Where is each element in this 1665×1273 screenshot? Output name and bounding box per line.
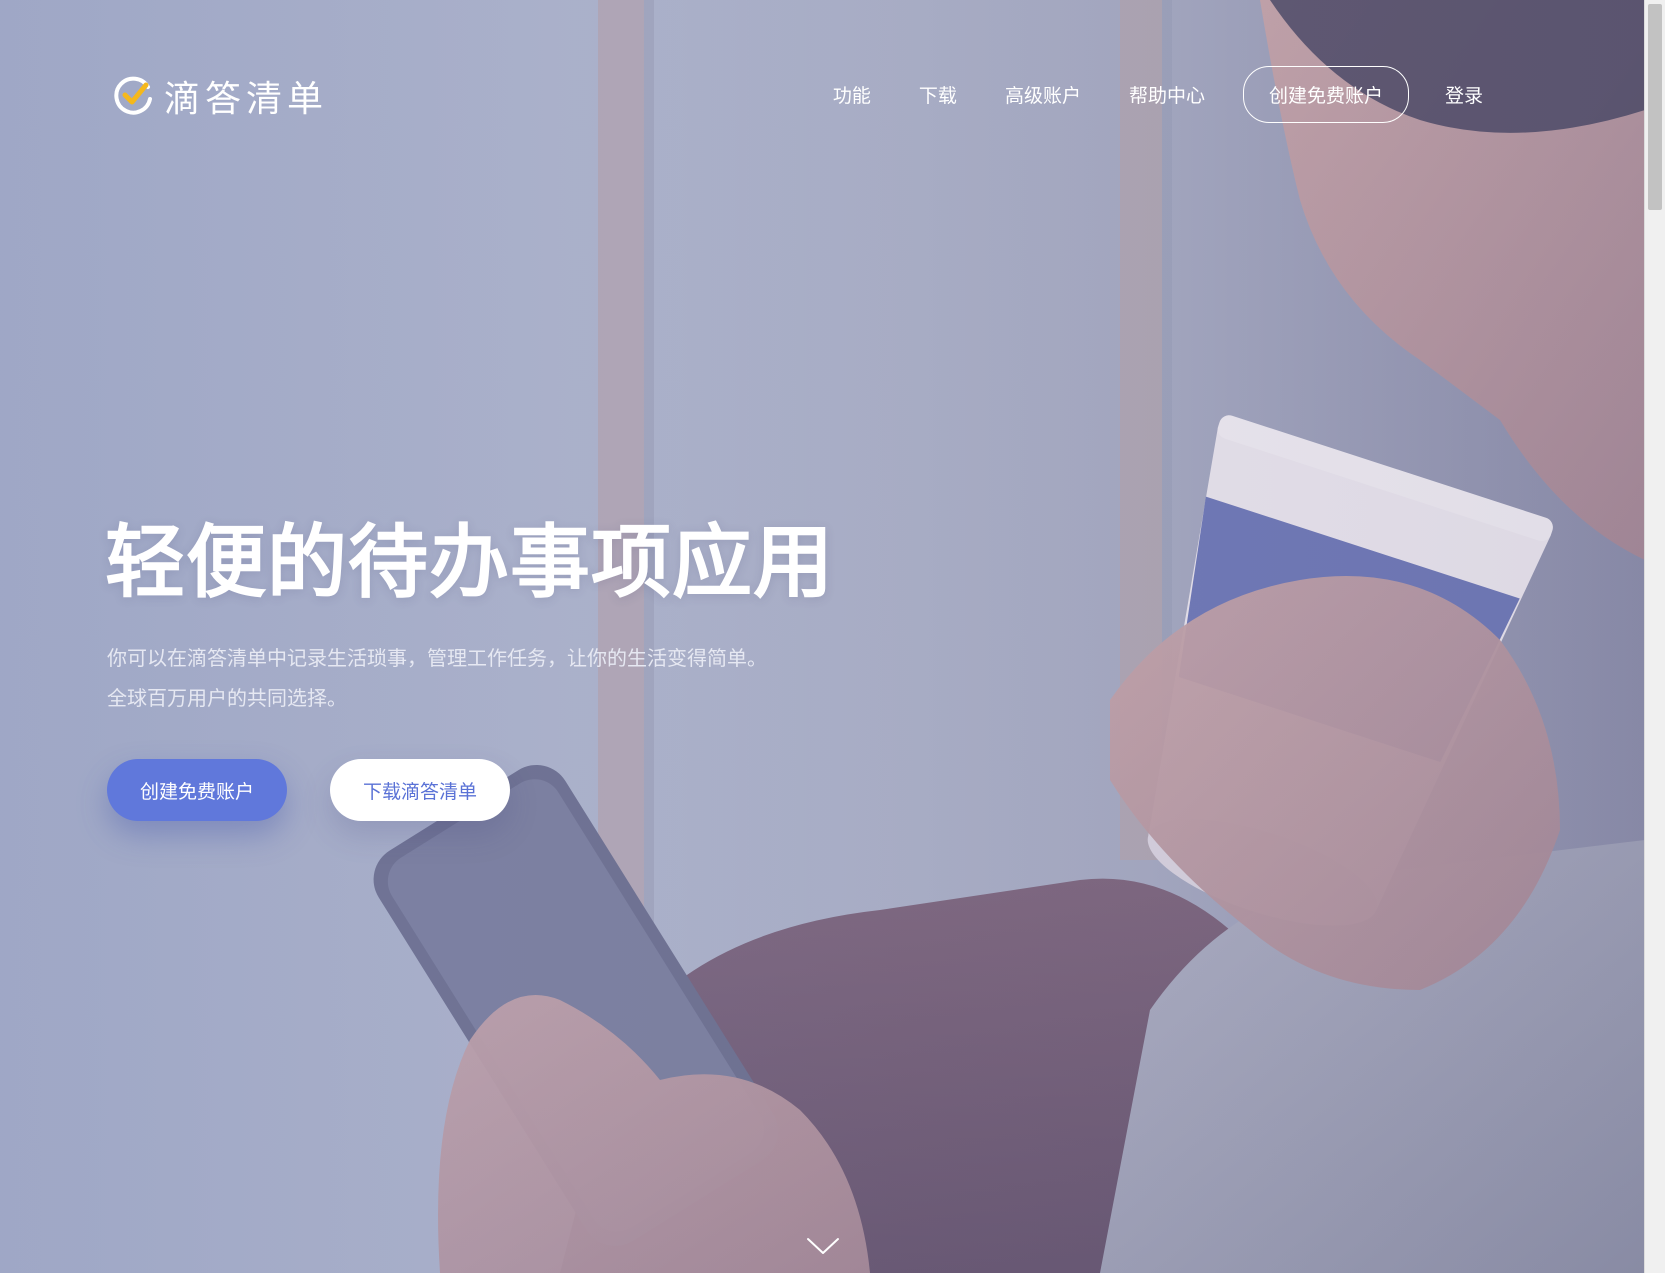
scrollbar-thumb[interactable] xyxy=(1648,4,1662,210)
nav-item-help-center[interactable]: 帮助中心 xyxy=(1129,81,1205,108)
login-link[interactable]: 登录 xyxy=(1445,81,1483,108)
chevron-down-icon[interactable] xyxy=(806,1236,840,1256)
download-app-button[interactable]: 下载滴答清单 xyxy=(330,759,510,821)
brand-logo[interactable]: 滴答清单 xyxy=(112,70,328,122)
hero-subtitle-line-2: 全球百万用户的共同选择。 xyxy=(107,686,347,710)
nav-item-premium[interactable]: 高级账户 xyxy=(1005,81,1081,108)
hero-subtitle: 你可以在滴答清单中记录生活琐事，管理工作任务，让你的生活变得简单。 全球百万用户… xyxy=(107,638,767,718)
landing-page: 滴答清单 功能 下载 高级账户 帮助中心 创建免费账户 登录 轻便的待办事项应用… xyxy=(0,0,1665,1273)
hero-title: 轻便的待办事项应用 xyxy=(105,516,834,609)
checkmark-circle-icon xyxy=(114,76,152,115)
nav-item-download[interactable]: 下载 xyxy=(919,81,957,108)
hero-subtitle-line-1: 你可以在滴答清单中记录生活琐事，管理工作任务，让你的生活变得简单。 xyxy=(107,646,767,670)
vertical-scrollbar[interactable] xyxy=(1644,0,1665,1273)
brand-name: 滴答清单 xyxy=(164,79,329,120)
top-navigation: 功能 下载 高级账户 帮助中心 创建免费账户 登录 xyxy=(833,66,1483,123)
create-free-account-button[interactable]: 创建免费账户 xyxy=(107,759,287,821)
create-account-nav-button[interactable]: 创建免费账户 xyxy=(1242,66,1409,123)
hero-background-photo xyxy=(0,0,1645,1273)
nav-item-features[interactable]: 功能 xyxy=(833,81,871,108)
